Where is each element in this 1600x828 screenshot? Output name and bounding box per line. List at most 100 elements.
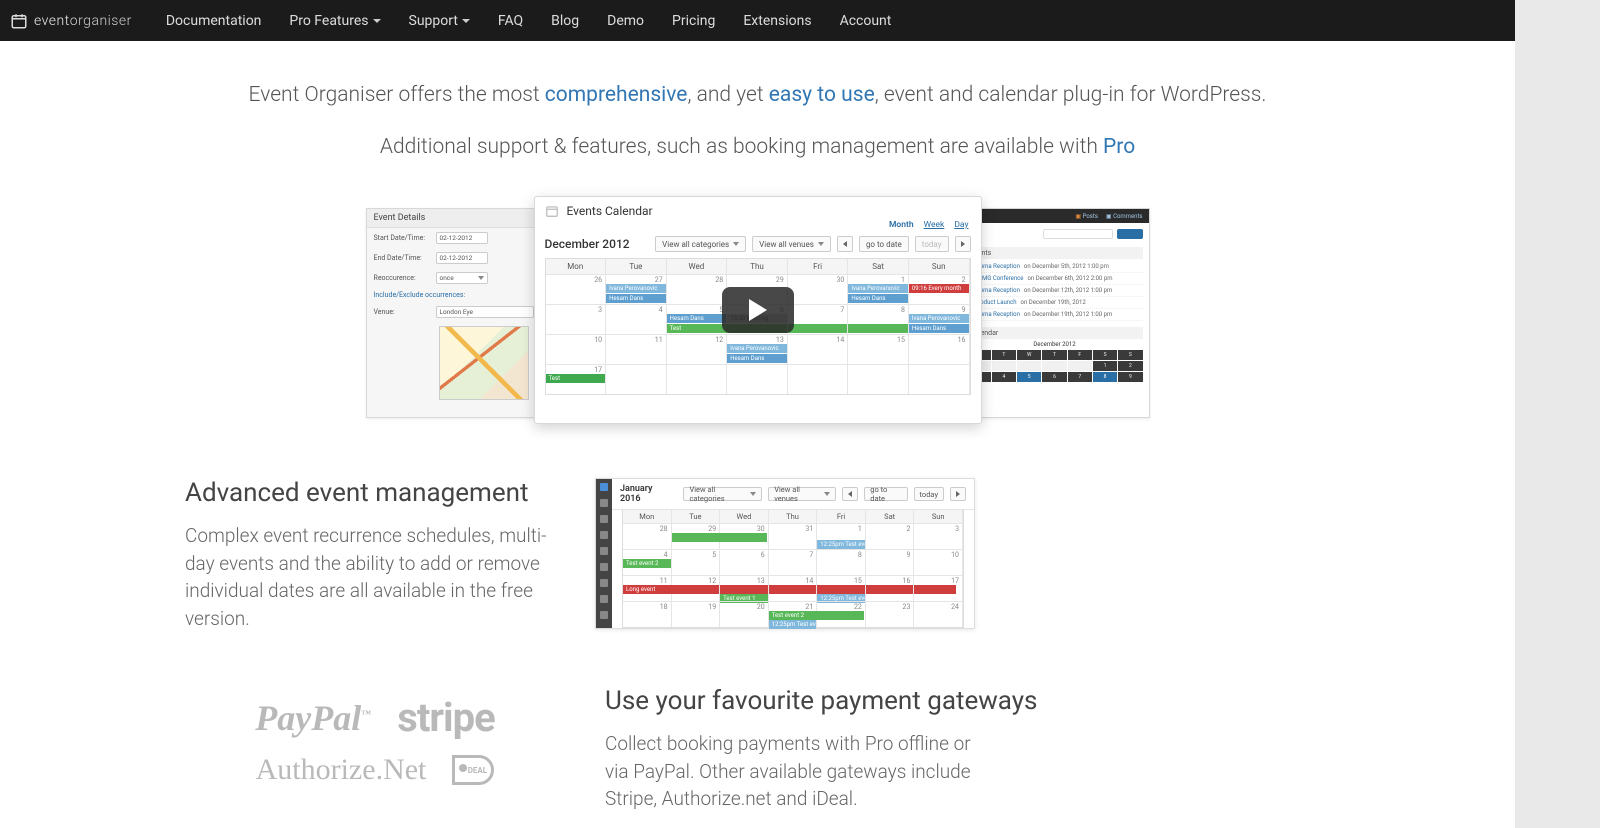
event-chip[interactable]: Ivana Perovanovic: [727, 344, 787, 353]
goto-date-button[interactable]: go to date: [859, 236, 909, 252]
filter-venues[interactable]: View all venues: [768, 487, 836, 501]
goto-date-button[interactable]: go to date: [864, 487, 907, 501]
filter-venues[interactable]: View all venues: [752, 236, 831, 252]
search-input[interactable]: [1043, 229, 1113, 239]
recurrence-select[interactable]: once: [436, 272, 488, 284]
event-chip[interactable]: Hesam Dans: [667, 314, 727, 323]
calendar-cell[interactable]: 27 Ivana Perovanovic Hesam Dans: [606, 274, 667, 304]
prev-button[interactable]: [842, 487, 858, 501]
nav-pro-features[interactable]: Pro Features: [275, 0, 394, 41]
calendar-cell[interactable]: 17: [914, 575, 963, 601]
tab-day[interactable]: Day: [954, 220, 968, 230]
tab-week[interactable]: Week: [924, 220, 945, 230]
calendar-cell[interactable]: 19: [672, 601, 721, 627]
event-chip[interactable]: 09:16 Every month: [909, 284, 969, 293]
calendar-cell[interactable]: 18: [623, 601, 672, 627]
calendar-cell[interactable]: 14: [788, 334, 849, 364]
search-button[interactable]: [1117, 229, 1143, 239]
calendar-cell[interactable]: 3: [914, 523, 963, 549]
calendar-cell[interactable]: 24: [914, 601, 963, 627]
nav-account[interactable]: Account: [826, 0, 906, 41]
event-line[interactable]: Product Launchon December 19th, 2012: [967, 297, 1143, 309]
next-button[interactable]: [955, 236, 971, 252]
brand-logo[interactable]: eventorganiser: [10, 12, 132, 30]
calendar-cell[interactable]: 10: [546, 334, 607, 364]
calendar-cell[interactable]: 1 12:25pm Test event 3: [817, 523, 866, 549]
event-chip[interactable]: Ivana Perovanovic: [606, 284, 666, 293]
feed-comments[interactable]: ▣ Comments: [1106, 213, 1143, 220]
link-easy-to-use[interactable]: easy to use: [769, 83, 875, 107]
start-date-input[interactable]: 02-12-2012: [436, 232, 488, 244]
next-button[interactable]: [950, 487, 966, 501]
nav-pricing[interactable]: Pricing: [658, 0, 729, 41]
nav-faq[interactable]: FAQ: [484, 0, 537, 41]
calendar-cell[interactable]: 30: [788, 274, 849, 304]
calendar-cell[interactable]: 2: [866, 523, 915, 549]
calendar-cell[interactable]: 26: [546, 274, 607, 304]
nav-extensions[interactable]: Extensions: [729, 0, 825, 41]
venue-map[interactable]: [439, 326, 529, 400]
calendar-cell[interactable]: 9 Ivana Perovanovic Hesam Dans: [909, 304, 970, 334]
calendar-cell[interactable]: 21 Test event 2 12:25pm Test event 3: [769, 601, 818, 627]
calendar-cell[interactable]: 13 Test event 1: [720, 575, 769, 601]
calendar-cell[interactable]: [667, 364, 728, 394]
calendar-cell[interactable]: [727, 364, 788, 394]
event-line[interactable]: Emma Receptionon December 5th, 2012 1:00…: [967, 261, 1143, 273]
today-button[interactable]: today: [915, 236, 949, 252]
play-button[interactable]: [722, 287, 794, 333]
tab-month[interactable]: Month: [889, 220, 914, 230]
calendar-cell[interactable]: 16: [866, 575, 915, 601]
calendar-cell[interactable]: 6: [720, 549, 769, 575]
calendar-cell[interactable]: 31: [769, 523, 818, 549]
calendar-cell[interactable]: 12: [667, 334, 728, 364]
calendar-cell[interactable]: 30: [720, 523, 769, 549]
event-chip[interactable]: Test: [546, 374, 606, 383]
nav-support[interactable]: Support: [395, 0, 484, 41]
calendar-cell[interactable]: 7: [769, 549, 818, 575]
event-line[interactable]: BPMG Conferenceon December 6th, 2012 2:0…: [967, 273, 1143, 285]
filter-categories[interactable]: View all categories: [655, 236, 746, 252]
event-chip[interactable]: Hesam Dans: [727, 354, 787, 363]
event-chip[interactable]: Ivana Perovanovic: [909, 314, 969, 323]
calendar-cell[interactable]: 13 Ivana Perovanovic Hesam Dans: [727, 334, 788, 364]
calendar-cell[interactable]: 29: [672, 523, 721, 549]
event-chip[interactable]: Hesam Dans: [848, 294, 908, 303]
event-chip[interactable]: Hesam Dans: [606, 294, 666, 303]
prev-button[interactable]: [837, 236, 853, 252]
calendar-cell[interactable]: 4 Test event 2: [623, 549, 672, 575]
nav-documentation[interactable]: Documentation: [152, 0, 276, 41]
calendar-cell[interactable]: 14: [769, 575, 818, 601]
calendar-cell[interactable]: 2 09:16 Every month: [909, 274, 970, 304]
calendar-cell[interactable]: 11 Long event: [623, 575, 672, 601]
calendar-cell[interactable]: 11: [606, 334, 667, 364]
event-chip[interactable]: Test event 2: [623, 559, 671, 568]
filter-categories[interactable]: View all categories: [683, 487, 762, 501]
calendar-cell[interactable]: 28: [667, 274, 728, 304]
calendar-cell[interactable]: 20: [720, 601, 769, 627]
calendar-cell[interactable]: 7: [788, 304, 849, 334]
nav-blog[interactable]: Blog: [537, 0, 593, 41]
end-date-input[interactable]: 02-12-2012: [436, 252, 488, 264]
event-chip[interactable]: 12:25pm Test event 3: [769, 620, 817, 629]
calendar-cell[interactable]: 9: [866, 549, 915, 575]
event-chip[interactable]: Hesam Dans: [909, 324, 969, 333]
calendar-cell[interactable]: 8: [817, 549, 866, 575]
calendar-cell[interactable]: 15 12:25pm Test event 3: [817, 575, 866, 601]
calendar-cell[interactable]: 23: [866, 601, 915, 627]
calendar-cell[interactable]: 8: [848, 304, 909, 334]
event-chip[interactable]: 12:25pm Test event 3: [817, 540, 865, 549]
feed-posts[interactable]: ▣ Posts: [1075, 213, 1098, 220]
calendar-cell[interactable]: 3: [546, 304, 607, 334]
calendar-cell[interactable]: 1 Ivana Perovanovic Hesam Dans: [848, 274, 909, 304]
calendar-cell[interactable]: [909, 364, 970, 394]
venue-input[interactable]: London Eye: [436, 306, 534, 318]
calendar-cell[interactable]: 10: [914, 549, 963, 575]
event-line[interactable]: Emma Receptionon December 19th, 2012 1:0…: [967, 309, 1143, 321]
nav-demo[interactable]: Demo: [593, 0, 658, 41]
calendar-cell[interactable]: [848, 364, 909, 394]
calendar-cell[interactable]: [606, 364, 667, 394]
calendar-cell[interactable]: 17 Test: [546, 364, 607, 394]
calendar-cell[interactable]: 5: [672, 549, 721, 575]
calendar-cell[interactable]: 5 Hesam Dans Test: [667, 304, 728, 334]
link-pro[interactable]: Pro: [1103, 135, 1135, 159]
